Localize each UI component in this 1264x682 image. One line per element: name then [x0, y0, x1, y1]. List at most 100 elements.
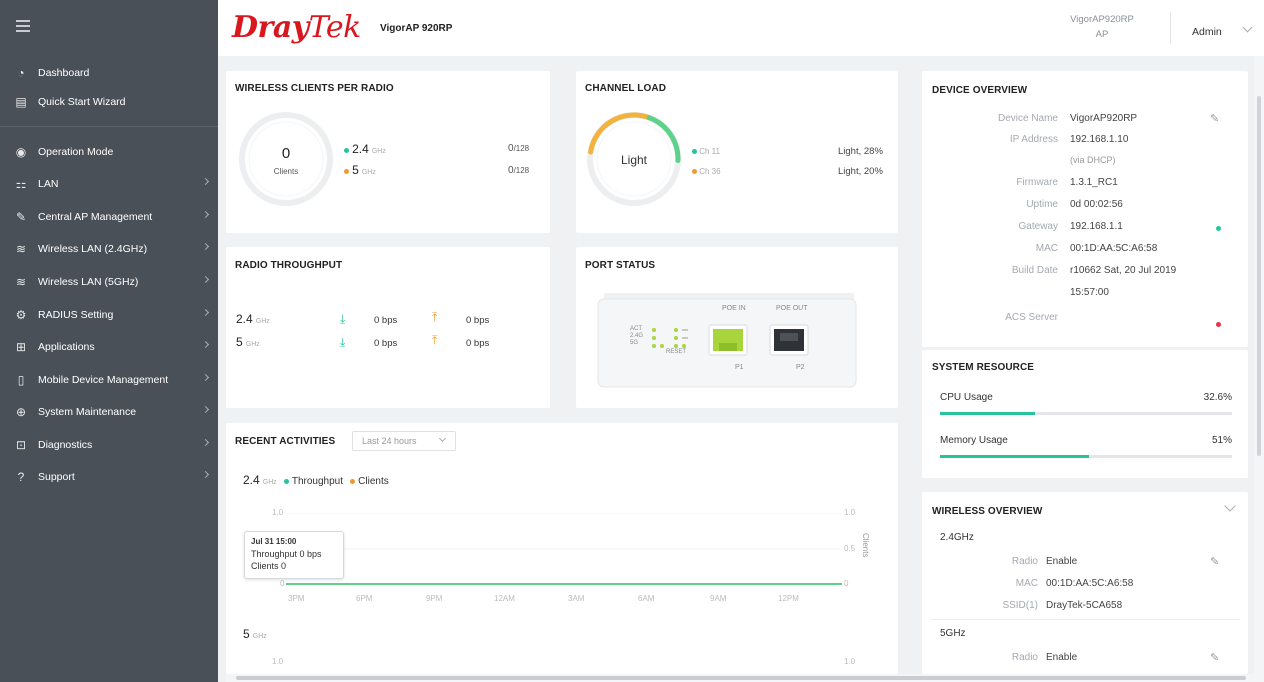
y-axis-left-top: 1.0 [272, 508, 284, 517]
gear-icon: ⚙ [15, 308, 27, 322]
sidebar-item-label: Dashboard [38, 67, 90, 79]
sidebar-item-system-maintenance[interactable]: ⊕ System Maintenance [0, 398, 218, 426]
download-arrow-icon: ⤓ [340, 335, 346, 349]
port-p1-label: P1 [735, 364, 744, 371]
channel-36-dot [692, 169, 697, 174]
gateway-status-dot [1216, 226, 1221, 231]
device-name-value: VigorAP920RP [1070, 113, 1138, 124]
sidebar-item-mobile-device-management[interactable]: ▯ Mobile Device Management [0, 366, 218, 394]
y-axis-right-bottom: 0 [844, 579, 849, 588]
scrollbar-thumb[interactable] [1257, 96, 1261, 456]
sidebar-item-central-ap-management[interactable]: ✎ Central AP Management [0, 203, 218, 231]
horizontal-scrollbar[interactable] [226, 674, 1254, 682]
draytek-logo: DrayTek [232, 10, 361, 45]
build-time-value: 15:57:00 [1070, 287, 1109, 298]
sidebar-item-diagnostics[interactable]: ⊡ Diagnostics [0, 431, 218, 459]
chart-24-header: 2.4 GHz Throughput Clients [243, 473, 389, 487]
sidebar-item-lan[interactable]: ⚏ LAN [0, 170, 218, 198]
firmware-value: 1.3.1_RC1 [1070, 177, 1118, 188]
ghz-unit: GHz [262, 479, 277, 486]
download-24-value: 0 bps [374, 315, 398, 326]
channel-36-row: Ch 36 [692, 167, 721, 176]
divider [930, 619, 1240, 620]
collapse-chevron-icon[interactable] [1224, 500, 1236, 512]
radio-5-value: Enable [1046, 652, 1078, 663]
header-device-name: VigorAP920RP [1070, 14, 1134, 25]
band-24-row: 2.4 GHz [344, 142, 386, 156]
sidebar-item-label: Diagnostics [38, 439, 93, 451]
vertical-scrollbar[interactable] [1254, 56, 1264, 682]
edit-radio-5-icon[interactable]: ✎ [1210, 651, 1219, 664]
time-range-select[interactable]: Last 24 hours [352, 431, 456, 451]
menu-toggle-icon[interactable] [16, 20, 30, 32]
mac-24-value: 00:1D:AA:5C:A6:58 [1046, 578, 1134, 589]
y-axis-right-top: 1.0 [844, 657, 856, 666]
maintenance-icon: ⊕ [15, 405, 27, 419]
radio-24-value: Enable [1046, 556, 1078, 567]
sidebar-item-radius-setting[interactable]: ⚙ RADIUS Setting [0, 301, 218, 329]
sidebar-item-label: System Maintenance [38, 406, 137, 418]
poe-out-label: POE OUT [776, 305, 808, 312]
sidebar-item-label: Mobile Device Management [38, 374, 169, 386]
sidebar-item-label: Wireless LAN (2.4GHz) [38, 243, 148, 255]
radio-label: Radio [1011, 556, 1038, 567]
channel-36-label: Ch 36 [699, 167, 721, 176]
firmware-label: Firmware [1016, 177, 1058, 188]
sidebar-item-dashboard[interactable]: ◔ Dashboard [0, 59, 218, 87]
chevron-right-icon [201, 210, 210, 219]
band-24-dot [344, 148, 349, 153]
x-tick: 12AM [494, 594, 515, 603]
chevron-right-icon [201, 177, 210, 186]
card-title: RADIO THROUGHPUT [235, 260, 343, 271]
memory-usage-bar [940, 455, 1089, 458]
port-p2-label: P2 [796, 364, 805, 371]
tooltip-throughput: Throughput 0 bps [251, 549, 322, 559]
time-range-value: Last 24 hours [362, 436, 417, 446]
sidebar-item-wireless-lan-5[interactable]: ≋ Wireless LAN (5GHz) [0, 268, 218, 296]
upload-arrow-icon: ⤒ [432, 333, 438, 347]
legend-clients[interactable]: Clients [358, 476, 389, 487]
wireless-clients-card: WIRELESS CLIENTS PER RADIO 0 Clients 2.4… [226, 71, 550, 233]
sidebar-item-applications[interactable]: ⊞ Applications [0, 333, 218, 361]
edit-device-name-icon[interactable]: ✎ [1210, 112, 1219, 125]
channel-36-load: Light, 20% [838, 166, 883, 177]
wifi-icon: ≋ [15, 275, 27, 289]
led-labels: ACT 2.4G 5G [630, 326, 644, 346]
ssid-24-value: DrayTek-5CA658 [1046, 600, 1123, 611]
user-menu[interactable]: Admin [1192, 26, 1222, 38]
x-tick: 6PM [356, 594, 373, 603]
uptime-label: Uptime [1026, 199, 1058, 210]
channel-load-summary: Light [620, 153, 648, 167]
device-name-indicator: VigorAP920RP AP [1066, 12, 1138, 42]
chart-5-band-label: 5 [243, 627, 250, 641]
chevron-down-icon[interactable] [1242, 22, 1253, 33]
wizard-icon: ▤ [15, 95, 27, 109]
build-date-value: r10662 Sat, 20 Jul 2019 [1070, 265, 1177, 276]
channel-load-card: CHANNEL LOAD Light Ch 11 Light, 28% Ch 3… [576, 71, 898, 233]
sidebar-item-label: Support [38, 471, 75, 483]
sidebar-item-quick-start-wizard[interactable]: ▤ Quick Start Wizard [0, 88, 218, 116]
chevron-right-icon [201, 470, 210, 479]
channel-11-dot [692, 149, 697, 154]
acs-server-label: ACS Server [1005, 312, 1058, 323]
applications-icon: ⊞ [15, 340, 27, 354]
total-clients-count: 0 [281, 145, 291, 162]
wireless-overview-card: WIRELESS OVERVIEW 2.4GHz Radio Enable ✎ … [922, 492, 1248, 674]
sidebar-item-operation-mode[interactable]: ◉ Operation Mode [0, 138, 218, 166]
chevron-right-icon [201, 373, 210, 382]
band-24-label: 2.4 [352, 142, 369, 156]
sidebar-item-wireless-lan-24[interactable]: ≋ Wireless LAN (2.4GHz) [0, 235, 218, 263]
throughput-24-band: 2.4 GHz [236, 312, 270, 326]
sidebar-item-label: RADIUS Setting [38, 309, 114, 321]
device-name-label: Device Name [997, 113, 1058, 124]
sidebar-item-support[interactable]: ? Support [0, 463, 218, 491]
poe-in-label: POE IN [722, 305, 746, 312]
upload-24-value: 0 bps [466, 315, 490, 326]
x-tick: 3AM [568, 594, 585, 603]
legend-throughput[interactable]: Throughput [292, 476, 343, 487]
device-overview-card: DEVICE OVERVIEW Device Name VigorAP920RP… [922, 71, 1248, 347]
wifi-icon: ≋ [15, 242, 27, 256]
scrollbar-thumb[interactable] [236, 676, 1246, 680]
memory-usage-value: 51% [1211, 435, 1232, 446]
edit-radio-24-icon[interactable]: ✎ [1210, 555, 1219, 568]
